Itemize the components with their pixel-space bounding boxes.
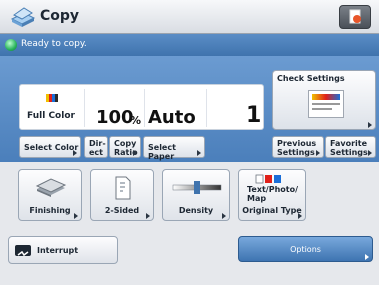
copy-icon xyxy=(10,7,36,27)
title-bar: Copy xyxy=(0,0,379,34)
chevron-right-icon xyxy=(222,213,226,219)
ready-icon xyxy=(5,39,17,51)
copy-screen: Copy Ready to copy. Full Color 100 % Aut… xyxy=(0,0,379,285)
options-label: Options xyxy=(290,245,321,254)
text-photo-label-2: Map xyxy=(247,194,267,203)
chevron-right-icon xyxy=(298,213,302,219)
settings-display xyxy=(19,84,264,130)
sheet-settings-button[interactable] xyxy=(339,5,371,29)
interrupt-icon xyxy=(15,245,31,257)
original-type-icon xyxy=(255,174,281,184)
chevron-right-icon xyxy=(368,150,372,156)
density-button[interactable]: Density xyxy=(162,169,230,221)
select-color-button[interactable]: Select Color xyxy=(19,136,81,158)
original-type-label: Original Type xyxy=(242,206,302,215)
previous-settings-button[interactable]: Previous Settings xyxy=(272,136,324,158)
chevron-right-icon xyxy=(368,122,372,128)
previous-settings-label-2: Settings xyxy=(277,148,315,157)
status-bar: Ready to copy. xyxy=(0,34,379,56)
copy-ratio-button[interactable]: Copy Ratio xyxy=(109,136,141,158)
previous-settings-label-1: Previous xyxy=(277,139,317,148)
finishing-icon xyxy=(35,178,67,197)
chevron-right-icon xyxy=(74,213,78,219)
interrupt-label: Interrupt xyxy=(37,246,79,255)
chevron-right-icon xyxy=(316,150,320,156)
favorite-settings-label-2: Settings xyxy=(330,148,368,157)
select-color-label: Select Color xyxy=(24,143,79,152)
density-label: Density xyxy=(178,206,214,215)
check-settings-button[interactable]: Check Settings xyxy=(272,70,376,130)
divider xyxy=(206,89,207,127)
select-paper-label: Select Paper xyxy=(148,143,176,161)
direct-button[interactable]: Dir- ect xyxy=(84,136,108,158)
favorite-settings-label-1: Favorite xyxy=(330,139,368,148)
interrupt-button[interactable]: Interrupt xyxy=(8,236,118,264)
chevron-right-icon xyxy=(365,254,369,260)
color-icon xyxy=(46,94,58,102)
density-icon xyxy=(172,181,222,194)
two-sided-icon xyxy=(115,176,131,200)
chevron-right-icon xyxy=(73,150,77,156)
chevron-right-icon xyxy=(197,150,201,156)
paper-value: Auto xyxy=(148,107,196,128)
page-title: Copy xyxy=(40,8,80,24)
copy-ratio-value: 100 xyxy=(96,107,134,128)
two-sided-button[interactable]: 2-Sided xyxy=(90,169,154,221)
status-text: Ready to copy. xyxy=(21,39,87,49)
finishing-label: Finishing xyxy=(29,206,71,215)
original-type-button[interactable]: Text/Photo/ Map Original Type xyxy=(238,169,306,221)
select-paper-button[interactable]: Select Paper xyxy=(143,136,205,161)
divider xyxy=(144,89,145,127)
copy-ratio-label-1: Copy xyxy=(114,139,137,148)
sheet-settings-icon xyxy=(349,9,361,24)
divider xyxy=(84,89,85,127)
color-mode-value: Full Color xyxy=(27,111,75,121)
check-settings-label: Check Settings xyxy=(277,74,345,83)
chevron-right-icon xyxy=(133,150,137,156)
copy-ratio-unit: % xyxy=(130,114,142,127)
text-photo-label-1: Text/Photo/ xyxy=(247,185,299,194)
check-settings-icon xyxy=(308,90,344,118)
finishing-button[interactable]: Finishing xyxy=(18,169,82,221)
two-sided-label: 2-Sided xyxy=(104,206,140,215)
quantity-value: 1 xyxy=(246,103,262,128)
chevron-right-icon xyxy=(146,213,150,219)
favorite-settings-button[interactable]: Favorite Settings xyxy=(325,136,376,158)
direct-label-1: Dir- xyxy=(89,139,106,148)
direct-label-2: ect xyxy=(89,148,103,157)
options-button[interactable]: Options xyxy=(238,236,373,262)
